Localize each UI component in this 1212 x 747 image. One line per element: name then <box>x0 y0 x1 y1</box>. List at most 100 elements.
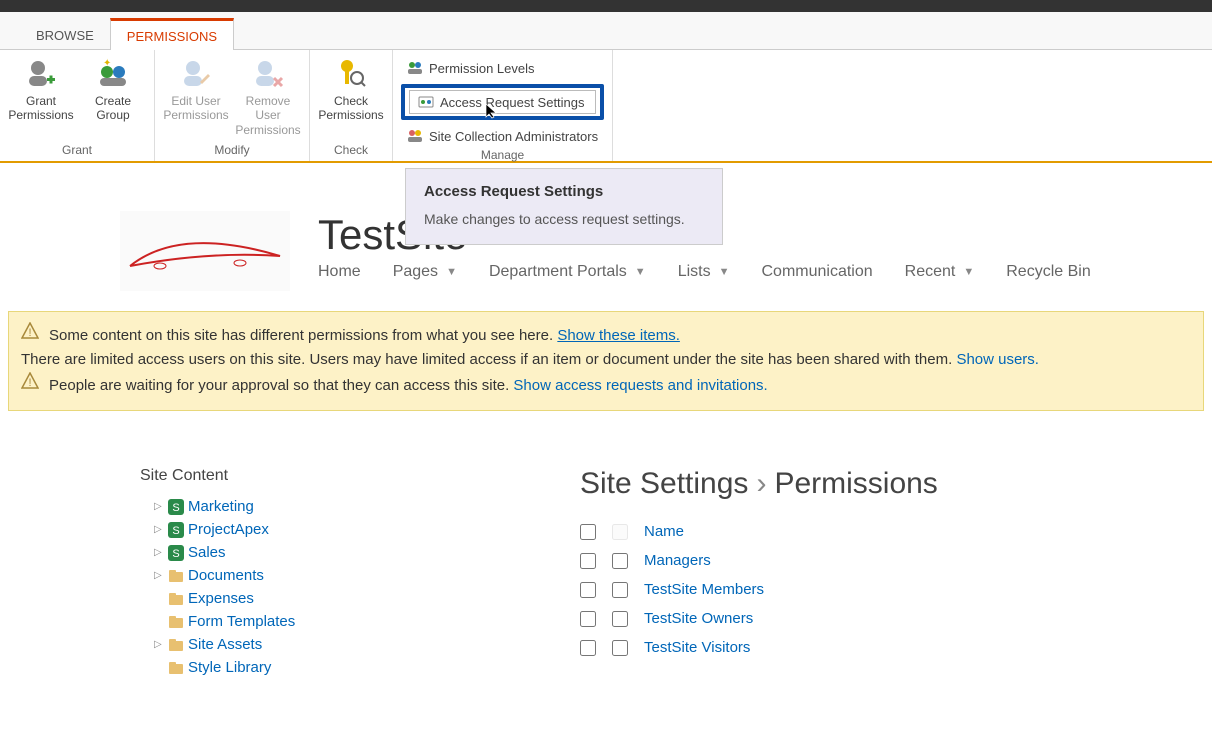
show-these-items-link[interactable]: Show these items. <box>557 327 680 344</box>
tree-item-style-library[interactable]: Style Library <box>140 656 440 679</box>
nav-department-portals[interactable]: Department Portals▼ <box>489 263 646 281</box>
show-access-requests-link[interactable]: Show access requests and invitations. <box>513 377 767 394</box>
tree-item-sales[interactable]: ▷SSales <box>140 541 440 564</box>
ribbon-group-modify-label: Modify <box>163 141 301 159</box>
warn2-text: There are limited access users on this s… <box>21 351 952 368</box>
column-header-name[interactable]: Name <box>644 523 684 540</box>
tree-item-marketing[interactable]: ▷SMarketing <box>140 495 440 518</box>
sharepoint-icon: S <box>168 522 184 538</box>
row-detail-checkbox[interactable] <box>612 640 628 656</box>
edit-user-permissions-button[interactable]: Edit User Permissions <box>163 56 229 123</box>
ribbon-group-modify: Edit User Permissions Remove User Permis… <box>155 50 310 161</box>
sharepoint-icon: S <box>168 545 184 561</box>
expand-icon[interactable]: ▷ <box>154 501 164 512</box>
nav-recycle-bin[interactable]: Recycle Bin <box>1006 263 1090 281</box>
nav-pages[interactable]: Pages▼ <box>393 263 457 281</box>
breadcrumb-site-settings[interactable]: Site Settings <box>580 467 748 500</box>
site-content-heading: Site Content <box>140 467 440 485</box>
tooltip-title: Access Request Settings <box>424 183 704 200</box>
row-checkbox[interactable] <box>580 553 596 569</box>
svg-text:S: S <box>172 525 179 537</box>
select-all-checkbox[interactable] <box>580 524 596 540</box>
breadcrumb-permissions: Permissions <box>774 467 937 500</box>
user-plus-icon <box>25 58 57 90</box>
remove-user-label: Remove User Permissions <box>235 94 301 137</box>
folder-icon <box>168 568 184 584</box>
row-detail-checkbox[interactable] <box>612 611 628 627</box>
folder-icon <box>168 614 184 630</box>
row-checkbox[interactable] <box>580 640 596 656</box>
site-content-tree: Site Content ▷SMarketing ▷SProjectApex ▷… <box>140 467 440 679</box>
row-checkbox[interactable] <box>580 611 596 627</box>
user-edit-icon <box>180 58 212 90</box>
create-group-button[interactable]: ✦ Create Group <box>80 56 146 123</box>
permission-levels-button[interactable]: Permission Levels <box>401 58 604 78</box>
grant-permissions-label: Grant Permissions <box>8 94 73 123</box>
table-row: TestSite Visitors <box>580 633 1212 662</box>
grant-permissions-button[interactable]: Grant Permissions <box>8 56 74 123</box>
key-search-icon <box>335 58 367 90</box>
request-icon <box>418 94 434 110</box>
admin-icon <box>407 128 423 144</box>
row-checkbox[interactable] <box>580 582 596 598</box>
chevron-down-icon: ▼ <box>963 266 974 278</box>
tree-item-projectapex[interactable]: ▷SProjectApex <box>140 518 440 541</box>
tooltip-body: Make changes to access request settings. <box>424 210 704 230</box>
tree-item-form-templates[interactable]: Form Templates <box>140 610 440 633</box>
permissions-breadcrumb: Site Settings›Permissions <box>580 467 1212 501</box>
expand-icon[interactable]: ▷ <box>154 570 164 581</box>
svg-text:!: ! <box>28 377 31 389</box>
ribbon-group-manage: Permission Levels Access Request Setting… <box>393 50 613 161</box>
tree-item-site-assets[interactable]: ▷Site Assets <box>140 633 440 656</box>
permissions-warning-box: ! Some content on this site has differen… <box>8 311 1204 411</box>
access-request-tooltip: Access Request Settings Make changes to … <box>405 168 723 245</box>
warning-icon: ! <box>21 372 39 390</box>
svg-text:✦: ✦ <box>103 58 111 69</box>
expand-icon[interactable]: ▷ <box>154 639 164 650</box>
check-permissions-button[interactable]: Check Permissions <box>318 56 384 123</box>
site-collection-admins-label: Site Collection Administrators <box>429 129 598 144</box>
warn1-text: Some content on this site has different … <box>49 327 553 344</box>
window-top-bar <box>0 0 1212 12</box>
permission-levels-label: Permission Levels <box>429 61 535 76</box>
group-link-members[interactable]: TestSite Members <box>644 581 764 598</box>
nav-recent[interactable]: Recent▼ <box>905 263 975 281</box>
group-stars-icon: ✦ <box>97 58 129 90</box>
top-nav: Home Pages▼ Department Portals▼ Lists▼ C… <box>318 263 1212 281</box>
nav-lists[interactable]: Lists▼ <box>678 263 730 281</box>
group-link-managers[interactable]: Managers <box>644 552 711 569</box>
row-detail-checkbox[interactable] <box>612 553 628 569</box>
create-group-label: Create Group <box>95 94 131 123</box>
tree-item-documents[interactable]: ▷Documents <box>140 564 440 587</box>
row-detail-checkbox[interactable] <box>612 582 628 598</box>
group-link-visitors[interactable]: TestSite Visitors <box>644 639 750 656</box>
table-row: TestSite Members <box>580 575 1212 604</box>
ribbon-group-check: Check Permissions Check <box>310 50 393 161</box>
table-row: Managers <box>580 546 1212 575</box>
table-row: TestSite Owners <box>580 604 1212 633</box>
tab-browse[interactable]: BROWSE <box>20 20 110 49</box>
site-collection-admins-button[interactable]: Site Collection Administrators <box>401 126 604 146</box>
remove-user-permissions-button[interactable]: Remove User Permissions <box>235 56 301 137</box>
warning-icon: ! <box>21 322 39 340</box>
nav-home[interactable]: Home <box>318 263 361 281</box>
group-link-owners[interactable]: TestSite Owners <box>644 610 753 627</box>
access-request-highlight: Access Request Settings <box>401 84 604 120</box>
chevron-down-icon: ▼ <box>446 266 457 278</box>
access-request-settings-button[interactable]: Access Request Settings <box>409 90 596 114</box>
expand-icon[interactable]: ▷ <box>154 547 164 558</box>
check-permissions-label: Check Permissions <box>318 94 383 123</box>
tree-item-expenses[interactable]: Expenses <box>140 587 440 610</box>
header-icon-checkbox <box>612 524 628 540</box>
ribbon-group-grant: Grant Permissions ✦ Create Group Grant <box>0 50 155 161</box>
edit-user-label: Edit User Permissions <box>163 94 228 123</box>
nav-communication[interactable]: Communication <box>761 263 872 281</box>
group-icon <box>407 60 423 76</box>
show-users-link[interactable]: Show users. <box>956 351 1039 368</box>
svg-text:S: S <box>172 502 179 514</box>
user-remove-icon <box>252 58 284 90</box>
ribbon-tab-bar: BROWSE PERMISSIONS <box>0 12 1212 50</box>
tab-permissions[interactable]: PERMISSIONS <box>110 18 234 50</box>
site-logo[interactable] <box>120 211 290 291</box>
expand-icon[interactable]: ▷ <box>154 524 164 535</box>
